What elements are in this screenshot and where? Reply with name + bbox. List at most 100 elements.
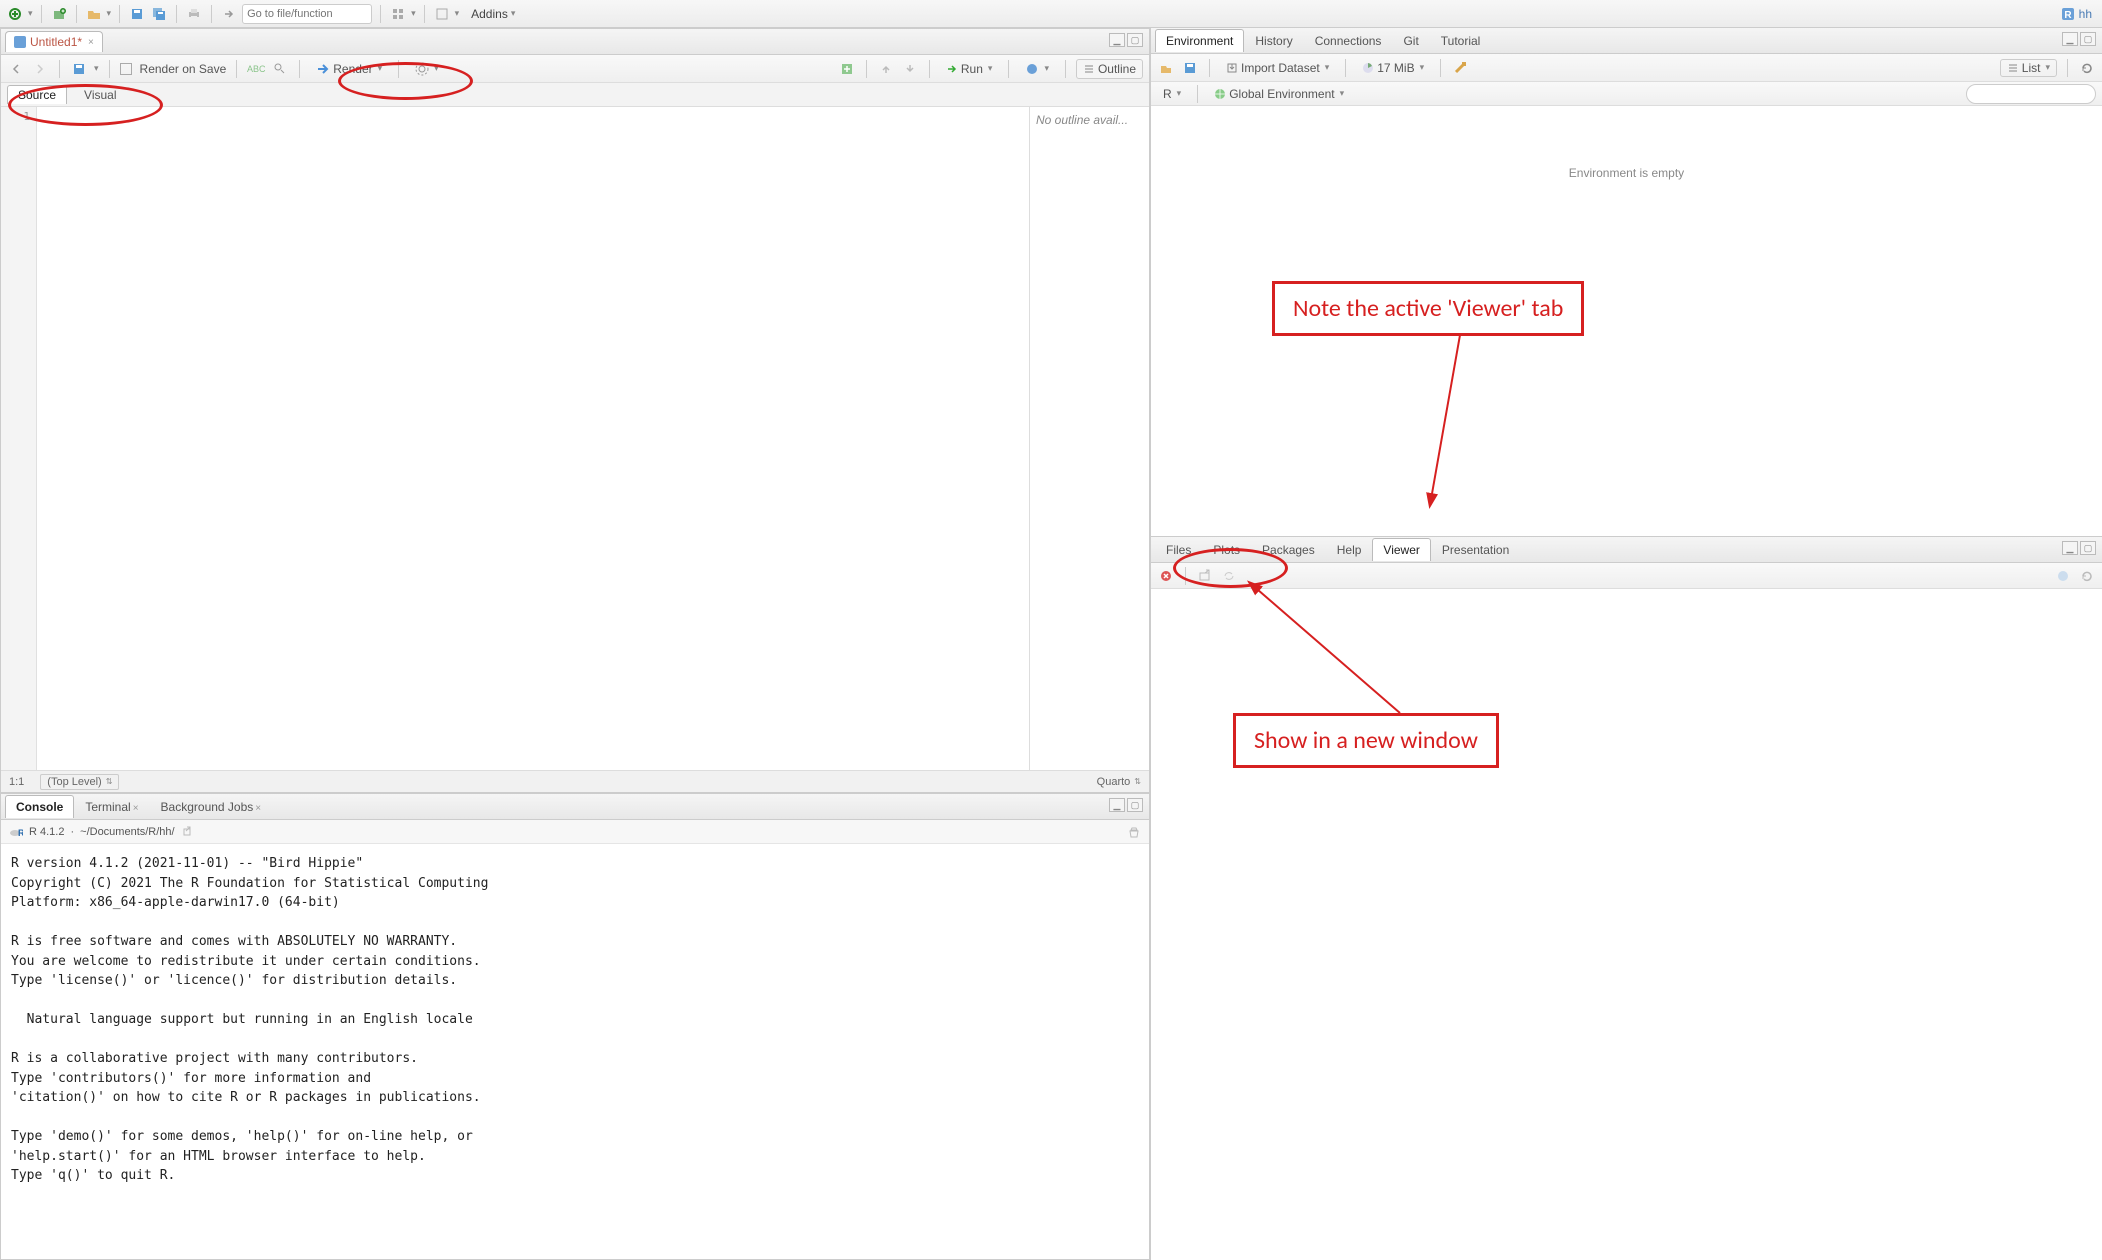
lang-selector[interactable]: R▾ [1157,85,1187,103]
tools-icon[interactable] [433,5,451,23]
tab-connections[interactable]: Connections [1304,29,1393,52]
clear-console-icon[interactable] [1127,825,1141,839]
console-output[interactable]: R version 4.1.2 (2021-11-01) -- "Bird Hi… [1,844,1149,1259]
tab-tutorial[interactable]: Tutorial [1430,29,1492,52]
svg-text:R: R [2064,10,2072,21]
maximize-pane-icon[interactable]: ▢ [2080,541,2096,555]
tab-viewer[interactable]: Viewer [1372,538,1430,561]
go-next-chunk-icon[interactable] [901,60,919,78]
clear-viewer-icon[interactable] [1157,567,1175,585]
scope-selector[interactable]: (Top Level) ⇅ [40,774,119,790]
refresh-icon[interactable] [2078,567,2096,585]
separator [2067,59,2068,77]
grid-icon[interactable] [389,5,407,23]
render-button[interactable]: Render ▾ [310,60,388,78]
tab-visual-mode[interactable]: Visual [73,85,127,104]
print-icon[interactable] [185,5,203,23]
tab-git[interactable]: Git [1392,29,1429,52]
render-on-save-checkbox[interactable] [120,63,132,75]
addins-menu[interactable]: Addins ▾ [463,4,523,24]
tab-files[interactable]: Files [1155,538,1202,561]
doc-type-selector[interactable]: Quarto ⇅ [1097,776,1141,788]
memory-usage-button[interactable]: 17 MiB ▾ [1356,59,1430,77]
line-number: 1 [1,109,36,125]
env-toolbar: Import Dataset ▾ 17 MiB ▾ List ▾ [1151,54,2102,82]
sync-editor-icon[interactable] [1220,567,1238,585]
maximize-pane-icon[interactable]: ▢ [1127,33,1143,47]
save-all-icon[interactable] [150,5,168,23]
env-scope-label: Global Environment [1229,87,1334,101]
list-grid-toggle[interactable]: List ▾ [2000,59,2057,77]
wd-sep: · [70,826,74,838]
publish-button[interactable]: ▾ [1019,60,1055,78]
maximize-pane-icon[interactable]: ▢ [1127,798,1143,812]
run-button[interactable]: Run ▾ [940,60,999,78]
spellcheck-icon[interactable]: ABC [247,60,265,78]
new-project-icon[interactable] [50,5,68,23]
publish-viewer-icon[interactable] [2054,567,2072,585]
list-icon [2007,62,2019,74]
separator [1185,567,1186,585]
save-workspace-icon[interactable] [1181,59,1199,77]
close-icon[interactable]: × [88,37,94,48]
tab-environment[interactable]: Environment [1155,29,1244,52]
tab-help[interactable]: Help [1326,538,1373,561]
load-workspace-icon[interactable] [1157,59,1175,77]
tab-history[interactable]: History [1244,29,1303,52]
caret-icon[interactable]: ▾ [455,8,460,19]
pane-window-controls: ▁ ▢ [2062,32,2096,46]
separator [1197,85,1198,103]
tab-packages[interactable]: Packages [1251,538,1326,561]
new-file-icon[interactable] [6,5,24,23]
env-search-input[interactable] [1966,84,2096,104]
env-scope-selector[interactable]: Global Environment ▾ [1208,85,1350,103]
memory-label: 17 MiB [1377,61,1414,75]
save-icon[interactable] [128,5,146,23]
project-menu[interactable]: R hh [2061,7,2096,21]
refresh-icon[interactable] [2078,59,2096,77]
source-pane: Untitled1* × ▁ ▢ ▾ Render on Save ABC Re… [0,28,1150,793]
caret-icon[interactable]: ▾ [94,63,99,74]
find-replace-icon[interactable] [271,60,289,78]
render-label: Render [333,62,372,76]
rproject-icon: R [2061,7,2075,21]
goto-file-function-input[interactable] [242,4,372,24]
minimize-pane-icon[interactable]: ▁ [2062,32,2078,46]
tab-source-mode[interactable]: Source [7,85,67,104]
tab-console[interactable]: Console [5,795,74,818]
show-in-new-window-icon[interactable] [1196,567,1214,585]
forward-icon[interactable] [31,60,49,78]
go-prev-chunk-icon[interactable] [877,60,895,78]
caret-icon[interactable]: ▾ [107,8,112,19]
annotation-box-viewer-tab: Note the active 'Viewer' tab [1272,281,1584,336]
close-icon[interactable]: × [133,803,139,814]
tab-background-jobs[interactable]: Background Jobs× [150,795,273,818]
working-directory[interactable]: ~/Documents/R/hh/ [80,826,174,838]
goto-arrow-icon[interactable] [220,5,238,23]
line-gutter: 1 [1,107,37,770]
clear-objects-icon[interactable] [1451,59,1469,77]
caret-icon[interactable]: ▾ [411,8,416,19]
minimize-pane-icon[interactable]: ▁ [1109,798,1125,812]
code-editor[interactable] [37,107,1029,770]
maximize-pane-icon[interactable]: ▢ [2080,32,2096,46]
open-file-icon[interactable] [85,5,103,23]
file-tab-untitled[interactable]: Untitled1* × [5,31,103,52]
save-icon[interactable] [70,60,88,78]
outline-toggle-button[interactable]: Outline [1076,59,1143,79]
pane-window-controls: ▁ ▢ [2062,541,2096,555]
minimize-pane-icon[interactable]: ▁ [2062,541,2078,555]
render-arrow-icon [316,62,330,76]
tab-terminal[interactable]: Terminal× [74,795,149,818]
addins-label: Addins [471,7,508,21]
import-dataset-menu[interactable]: Import Dataset ▾ [1220,59,1335,77]
caret-icon[interactable]: ▾ [28,8,33,19]
tab-plots[interactable]: Plots [1202,538,1251,561]
popout-icon[interactable] [181,826,193,838]
insert-chunk-icon[interactable] [838,60,856,78]
back-icon[interactable] [7,60,25,78]
tab-presentation[interactable]: Presentation [1431,538,1520,561]
settings-menu[interactable]: ▾ [409,60,445,78]
close-icon[interactable]: × [255,803,261,814]
minimize-pane-icon[interactable]: ▁ [1109,33,1125,47]
